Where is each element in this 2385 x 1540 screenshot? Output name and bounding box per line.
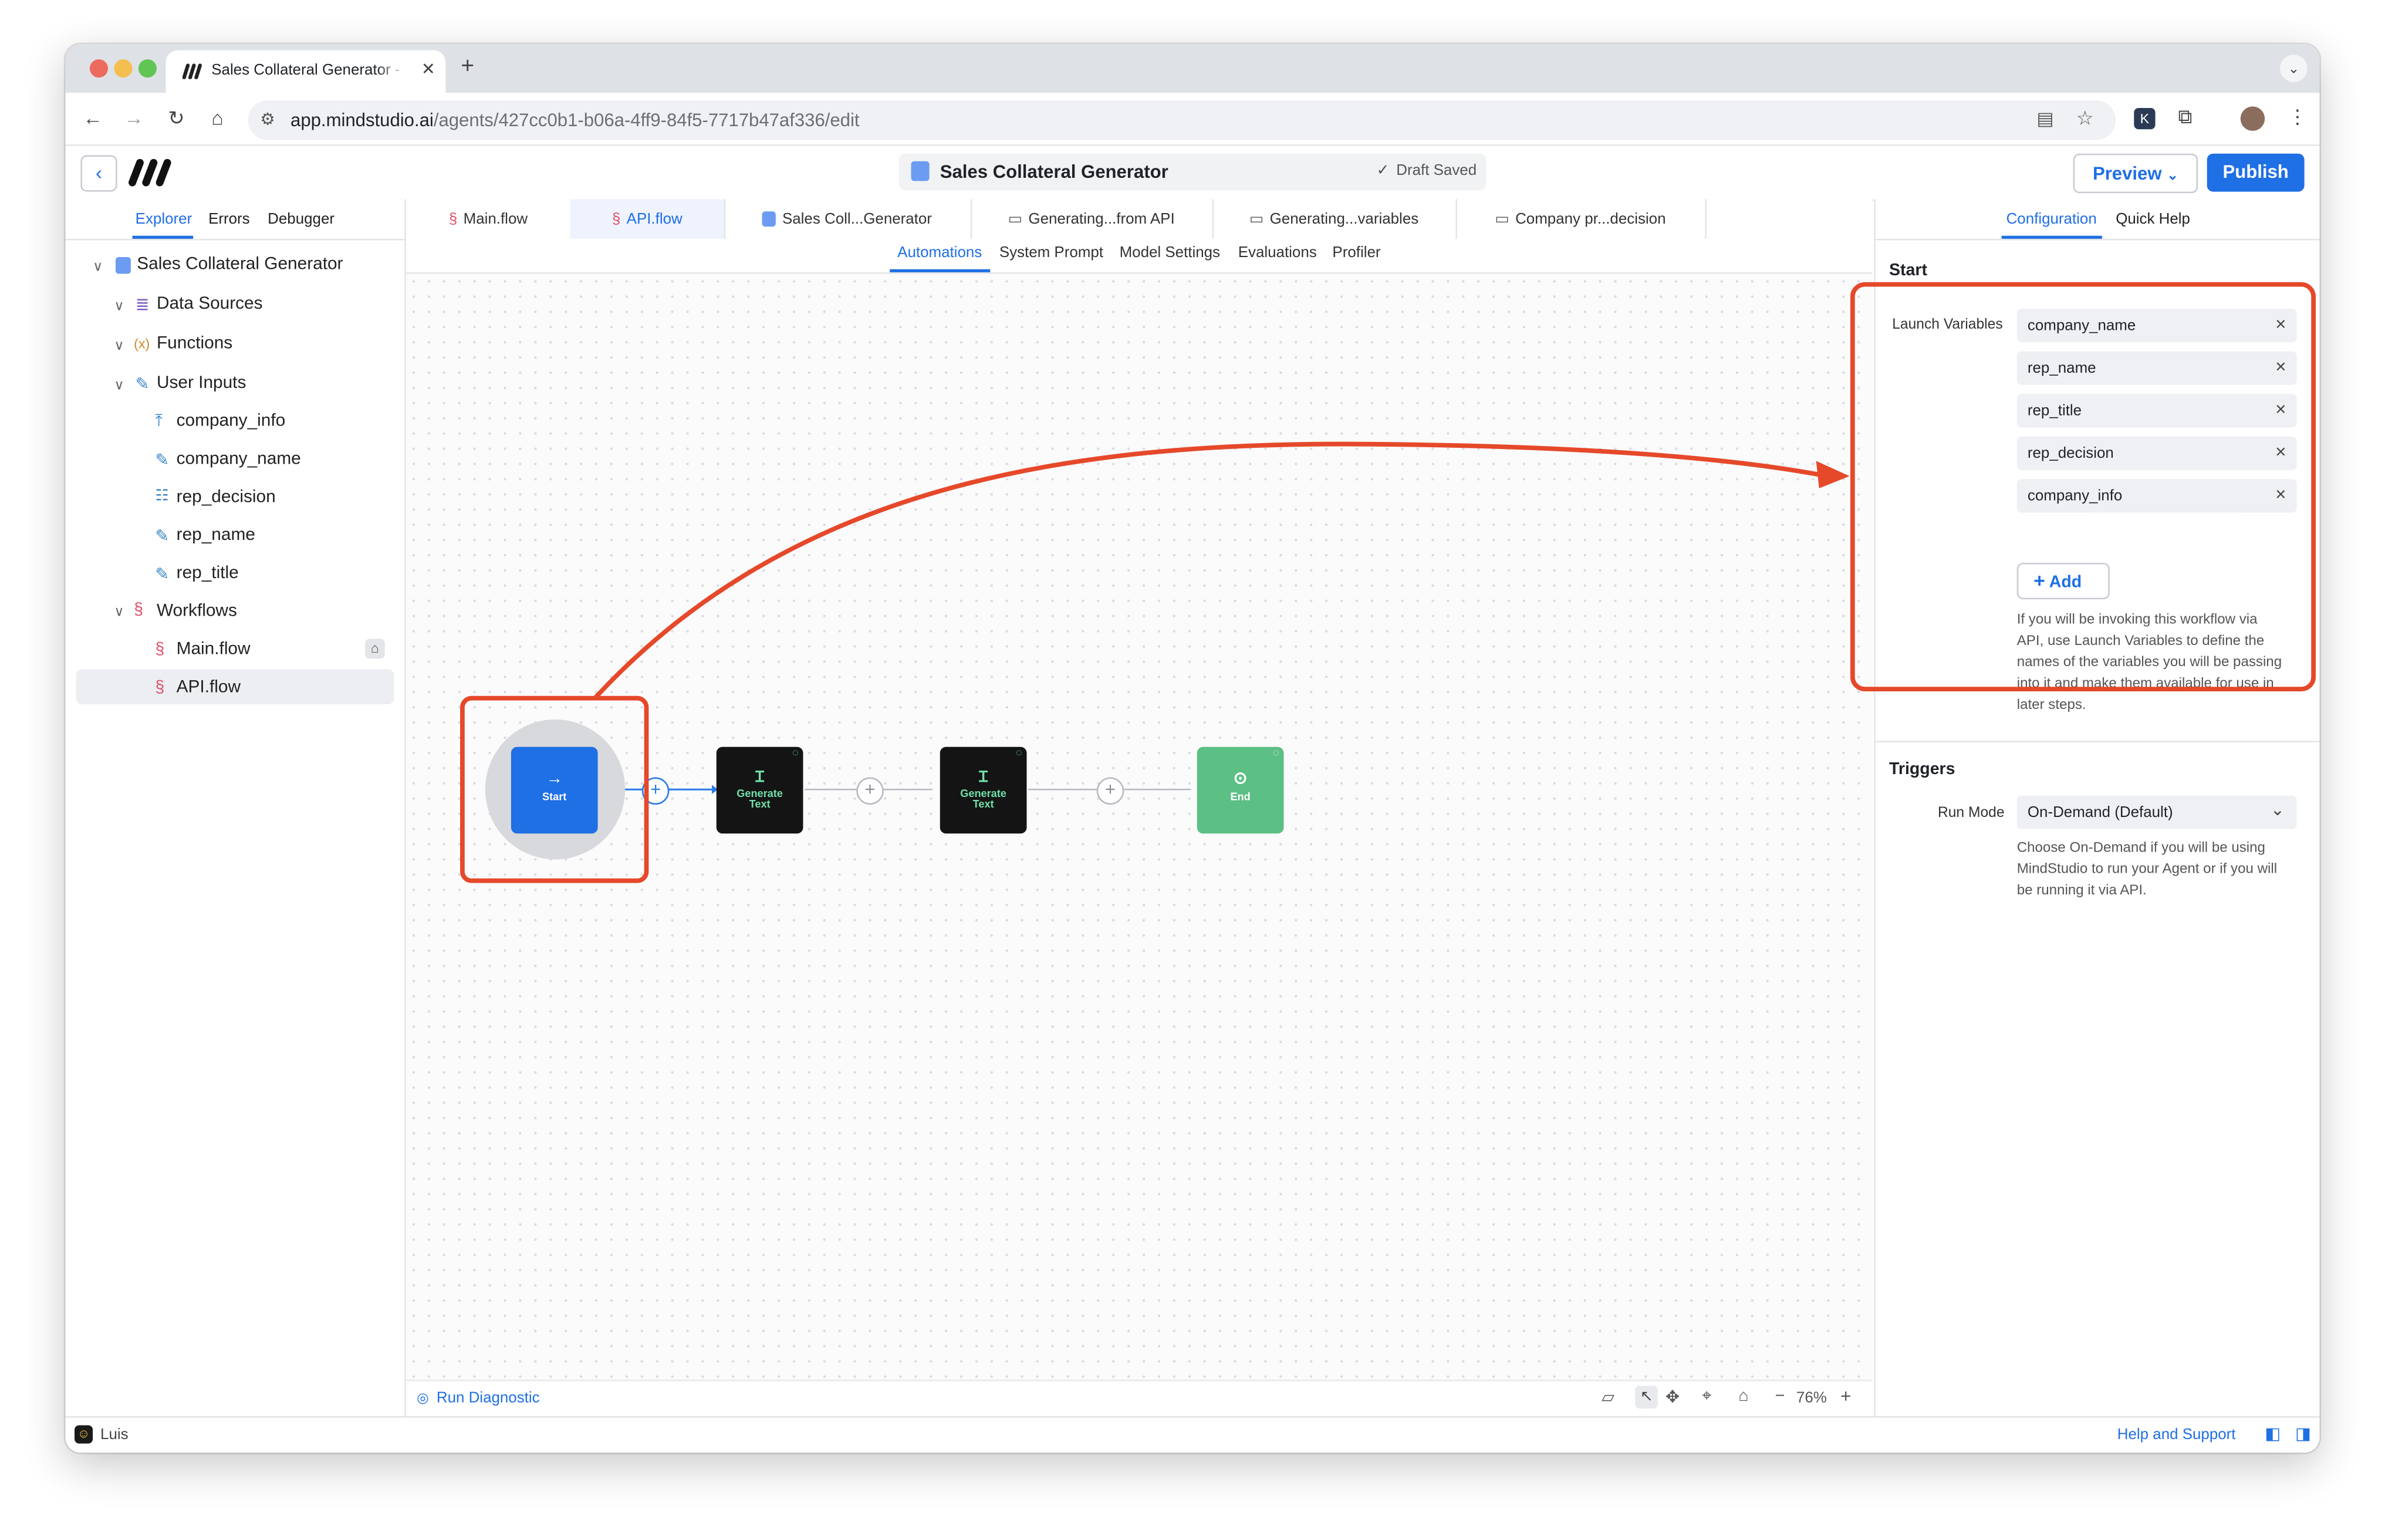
- annotation-arrow: [594, 441, 1822, 699]
- annotation-overlay: [460, 282, 2316, 883]
- annotation-arrowhead: [1816, 461, 1850, 488]
- annotation-box-launch-variables: [1850, 282, 2316, 691]
- annotation-box-start: [460, 695, 649, 883]
